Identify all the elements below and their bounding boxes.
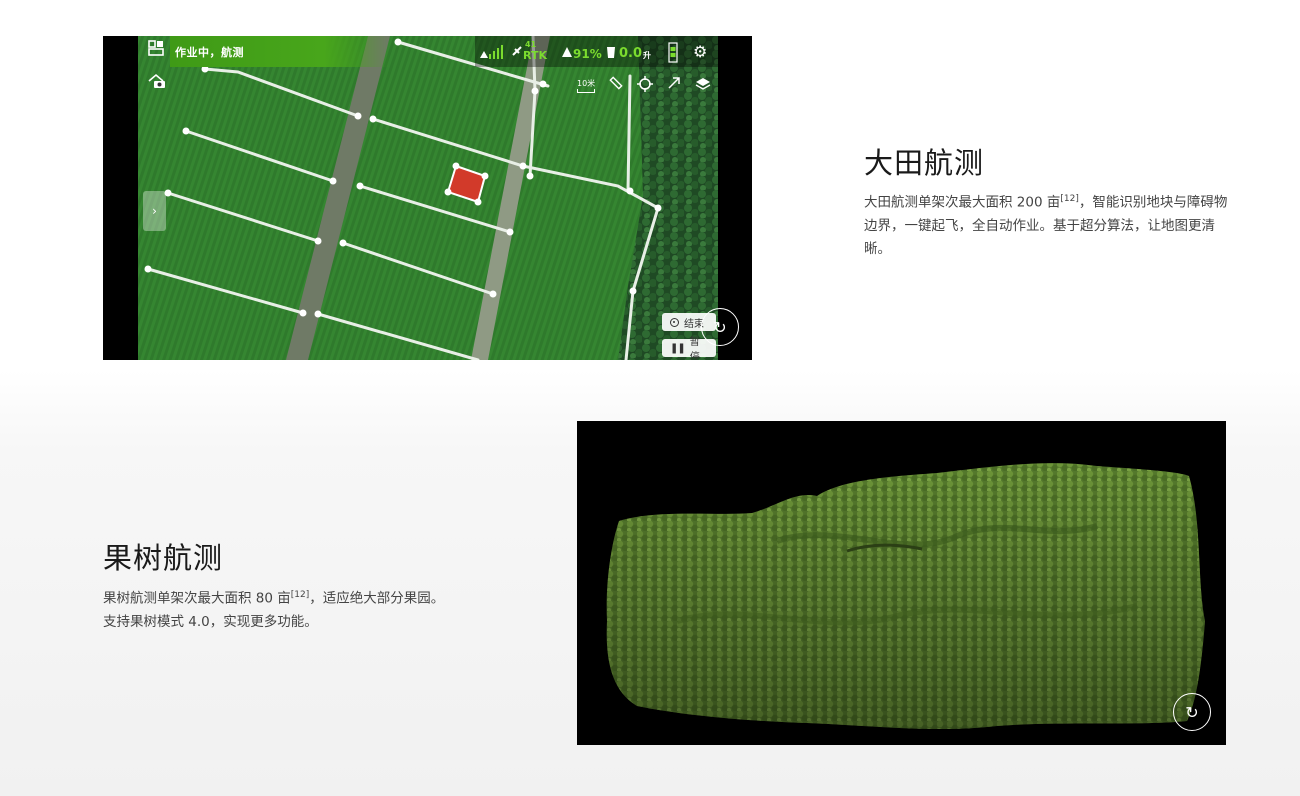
aerial-farmland-image — [138, 36, 718, 360]
direction-arrow-icon[interactable] — [667, 76, 681, 90]
orchard-3d-model-view: ↻ — [577, 421, 1226, 745]
field-survey-description: 大田航测单架次最大面积 200 亩[12]，智能识别地块与障碍物边界，一键起飞，… — [864, 194, 1228, 257]
field-survey-screenshot: 作业中，航测 41 RTK 91% 0.0 升 ⚙ 10米 › 结束 ❚❚ 暂停… — [103, 36, 752, 360]
scale-label: 10米 — [577, 79, 596, 88]
orchard-canopy-model — [606, 463, 1205, 730]
rc-battery-icon — [668, 41, 678, 63]
signal-icon — [479, 45, 503, 59]
satellite-icon — [511, 45, 523, 57]
replay-icon[interactable]: ↻ — [1173, 693, 1211, 731]
liquid-level: 0.0 — [619, 46, 643, 61]
liquid-unit: 升 — [643, 51, 651, 60]
map-home-icon[interactable] — [147, 39, 165, 57]
settings-gear-icon[interactable]: ⚙ — [693, 44, 707, 60]
drone-battery-icon — [561, 46, 573, 58]
rtk-label: RTK — [523, 49, 548, 62]
home-camera-icon[interactable] — [147, 72, 167, 90]
field-survey-title: 大田航测 — [864, 146, 985, 180]
locate-target-icon[interactable] — [637, 76, 653, 92]
reference-link[interactable]: [12] — [1060, 194, 1078, 204]
battery-percent: 91% — [573, 47, 602, 61]
record-icon — [670, 317, 679, 327]
orchard-survey-description: 果树航测单架次最大面积 80 亩[12]，适应绝大部分果园。支持果树模式 4.0… — [103, 590, 445, 630]
task-status-text: 作业中，航测 — [175, 46, 244, 59]
replay-icon[interactable]: ↻ — [701, 308, 739, 346]
orchard-survey-title: 果树航测 — [103, 541, 224, 575]
satellite-count: 41 — [525, 40, 537, 49]
pause-icon: ❚❚ — [670, 342, 686, 354]
tank-icon — [605, 46, 617, 59]
ruler-icon[interactable] — [609, 76, 623, 90]
reference-link[interactable]: [12] — [291, 590, 309, 600]
scale-indicator: 10米 — [577, 78, 595, 93]
layers-icon[interactable] — [695, 76, 711, 92]
side-panel-toggle[interactable]: › — [143, 191, 166, 231]
